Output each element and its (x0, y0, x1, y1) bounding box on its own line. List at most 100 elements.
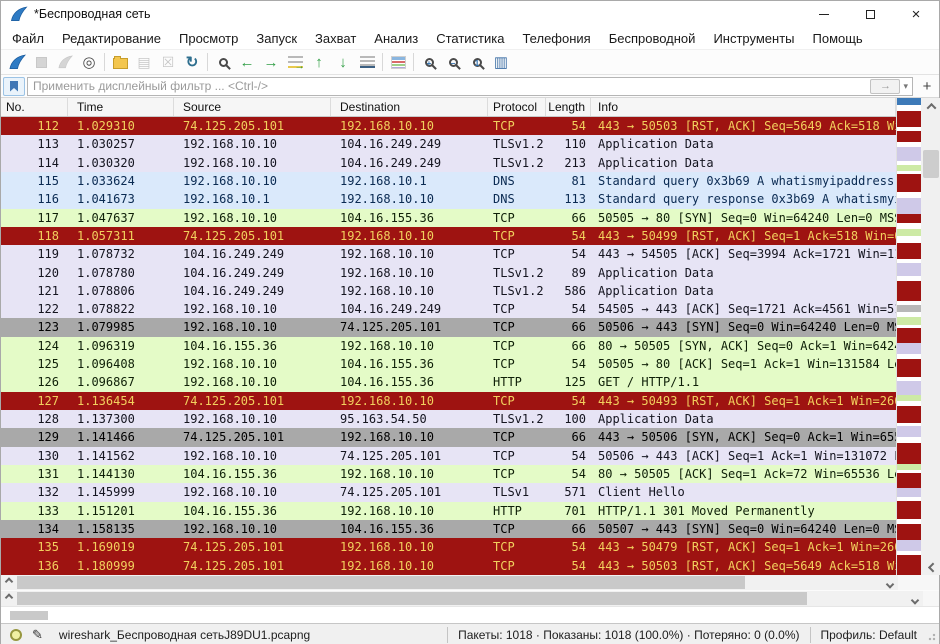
menu-item-10[interactable]: Помощь (804, 29, 872, 48)
packet-row[interactable]: 1161.041673192.168.10.1192.168.10.10DNS1… (1, 190, 896, 208)
packet-row[interactable]: 1131.030257192.168.10.10104.16.249.249TL… (1, 135, 896, 153)
menu-item-2[interactable]: Просмотр (170, 29, 247, 48)
packet-row[interactable]: 1171.047637192.168.10.10104.16.155.36TCP… (1, 209, 896, 227)
packet-row[interactable]: 1241.096319104.16.155.36192.168.10.10TCP… (1, 337, 896, 355)
packet-row[interactable]: 1331.151201104.16.155.36192.168.10.10HTT… (1, 502, 896, 520)
go-first-button[interactable]: ↑ (307, 51, 331, 73)
arrow-right-icon: → (264, 55, 279, 70)
packet-row[interactable]: 1141.030320192.168.10.10104.16.249.249TL… (1, 154, 896, 172)
horizontal-scrollbar-list[interactable] (1, 575, 898, 590)
packet-row[interactable]: 1191.078732104.16.249.249192.168.10.10TC… (1, 245, 896, 263)
go-last-button[interactable]: ↓ (331, 51, 355, 73)
vertical-scrollbar[interactable] (921, 98, 940, 575)
column-header-source[interactable]: Source (174, 98, 331, 116)
vertical-scroll-track[interactable] (921, 114, 940, 559)
packet-row[interactable]: 1281.137300192.168.10.1095.163.54.50TLSv… (1, 410, 896, 428)
menu-item-4[interactable]: Захват (306, 29, 365, 48)
cell-src: 192.168.10.10 (174, 355, 331, 373)
close-button[interactable]: × (893, 1, 939, 27)
column-header-time[interactable]: Time (68, 98, 174, 116)
minimize-button[interactable] (801, 1, 847, 27)
zoom-out-button[interactable]: − (441, 51, 465, 73)
filter-dropdown-caret[interactable]: ▾ (900, 81, 911, 92)
display-filter-input[interactable] (27, 77, 913, 96)
find-packet-button[interactable] (211, 51, 235, 73)
packet-row[interactable]: 1271.13645474.125.205.101192.168.10.10TC… (1, 392, 896, 410)
packet-row[interactable]: 1351.16901974.125.205.101192.168.10.10TC… (1, 538, 896, 556)
packet-row[interactable]: 1291.14146674.125.205.101192.168.10.10TC… (1, 428, 896, 446)
column-header-no[interactable]: No. (1, 98, 68, 116)
packet-row[interactable]: 1321.145999192.168.10.1074.125.205.101TL… (1, 483, 896, 501)
intelligent-scrollbar-minimap[interactable] (896, 98, 921, 575)
go-back-button[interactable]: ← (235, 51, 259, 73)
cell-dst: 104.16.249.249 (331, 154, 488, 172)
packet-row[interactable]: 1301.141562192.168.10.1074.125.205.101TC… (1, 447, 896, 465)
scroll-left-button-2[interactable] (1, 591, 17, 606)
vertical-scroll-thumb[interactable] (923, 150, 939, 178)
scroll-right-button[interactable] (882, 575, 898, 590)
cell-len: 54 (546, 300, 591, 318)
menu-item-6[interactable]: Статистика (427, 29, 513, 48)
auto-scroll-button[interactable] (355, 51, 379, 73)
scroll-down-button[interactable] (921, 559, 940, 575)
menu-item-8[interactable]: Беспроводной (600, 29, 705, 48)
packet-row[interactable]: 1361.18099974.125.205.101192.168.10.10TC… (1, 557, 896, 575)
packet-row[interactable]: 1341.158135192.168.10.10104.16.155.36TCP… (1, 520, 896, 538)
packet-row[interactable]: 1221.078822192.168.10.10104.16.249.249TC… (1, 300, 896, 318)
scroll-left-button[interactable] (1, 575, 17, 590)
packet-row[interactable]: 1311.144130104.16.155.36192.168.10.10TCP… (1, 465, 896, 483)
packet-list-header[interactable]: No.TimeSourceDestinationProtocolLengthIn… (1, 98, 896, 117)
expert-info-icon[interactable] (10, 629, 22, 641)
arrow-left-icon: ← (240, 55, 255, 70)
filter-bookmark-button[interactable] (3, 77, 25, 96)
horizontal-scroll-track-2[interactable] (17, 591, 907, 606)
go-to-packet-button[interactable]: → (283, 51, 307, 73)
packet-row[interactable]: 1201.078780104.16.249.249192.168.10.10TL… (1, 264, 896, 282)
window-title: *Беспроводная сеть (34, 7, 151, 21)
apply-filter-button[interactable]: → (870, 79, 900, 94)
scroll-right-button-2[interactable] (907, 591, 923, 606)
folder-icon (113, 58, 128, 69)
packet-row[interactable]: 1181.05731174.125.205.101192.168.10.10TC… (1, 227, 896, 245)
scroll-up-button[interactable] (921, 98, 940, 114)
detail-pane-edge (1, 606, 939, 623)
capture-comment-icon[interactable]: ✎ (32, 627, 43, 643)
menu-item-0[interactable]: Файл (3, 29, 53, 48)
resize-grip[interactable] (927, 624, 939, 644)
zoom-in-button[interactable]: + (417, 51, 441, 73)
resize-columns-button[interactable]: ▥ (489, 51, 513, 73)
menu-item-9[interactable]: Инструменты (704, 29, 803, 48)
column-header-protocol[interactable]: Protocol (488, 98, 546, 116)
detail-pane-handle[interactable] (10, 611, 48, 620)
reload-file-button[interactable]: ↻ (180, 51, 204, 73)
menu-item-7[interactable]: Телефония (513, 29, 599, 48)
cell-no: 128 (1, 410, 68, 428)
maximize-button[interactable] (847, 1, 893, 27)
profile-selector[interactable]: Профиль: Default (810, 627, 928, 643)
cell-len: 54 (546, 355, 591, 373)
start-capture-button[interactable] (5, 51, 29, 73)
zoom-original-button[interactable]: 1 (465, 51, 489, 73)
packet-row[interactable]: 1251.096408192.168.10.10104.16.155.36TCP… (1, 355, 896, 373)
menu-item-3[interactable]: Запуск (247, 29, 306, 48)
packet-row[interactable]: 1231.079985192.168.10.1074.125.205.101TC… (1, 318, 896, 336)
open-file-button[interactable] (108, 51, 132, 73)
colorize-button[interactable] (386, 51, 410, 73)
go-forward-button[interactable]: → (259, 51, 283, 73)
add-filter-button[interactable]: + (917, 77, 937, 96)
packet-row[interactable]: 1151.033624192.168.10.10192.168.10.1DNS8… (1, 172, 896, 190)
horizontal-scrollbar-detail[interactable] (1, 591, 923, 606)
packet-row[interactable]: 1211.078806104.16.249.249192.168.10.10TL… (1, 282, 896, 300)
column-header-info[interactable]: Info (591, 98, 896, 116)
cell-len: 54 (546, 227, 591, 245)
packet-row[interactable]: 1261.096867192.168.10.10104.16.155.36HTT… (1, 373, 896, 391)
packet-row[interactable]: 1121.02931074.125.205.101192.168.10.10TC… (1, 117, 896, 135)
capture-options-button[interactable]: ◎ (77, 51, 101, 73)
horizontal-scroll-track[interactable] (17, 575, 882, 590)
menu-item-5[interactable]: Анализ (365, 29, 427, 48)
menu-item-1[interactable]: Редактирование (53, 29, 170, 48)
horizontal-scroll-thumb[interactable] (17, 576, 745, 589)
column-header-destination[interactable]: Destination (331, 98, 488, 116)
horizontal-scroll-thumb-2[interactable] (17, 592, 807, 605)
column-header-length[interactable]: Length (546, 98, 591, 116)
